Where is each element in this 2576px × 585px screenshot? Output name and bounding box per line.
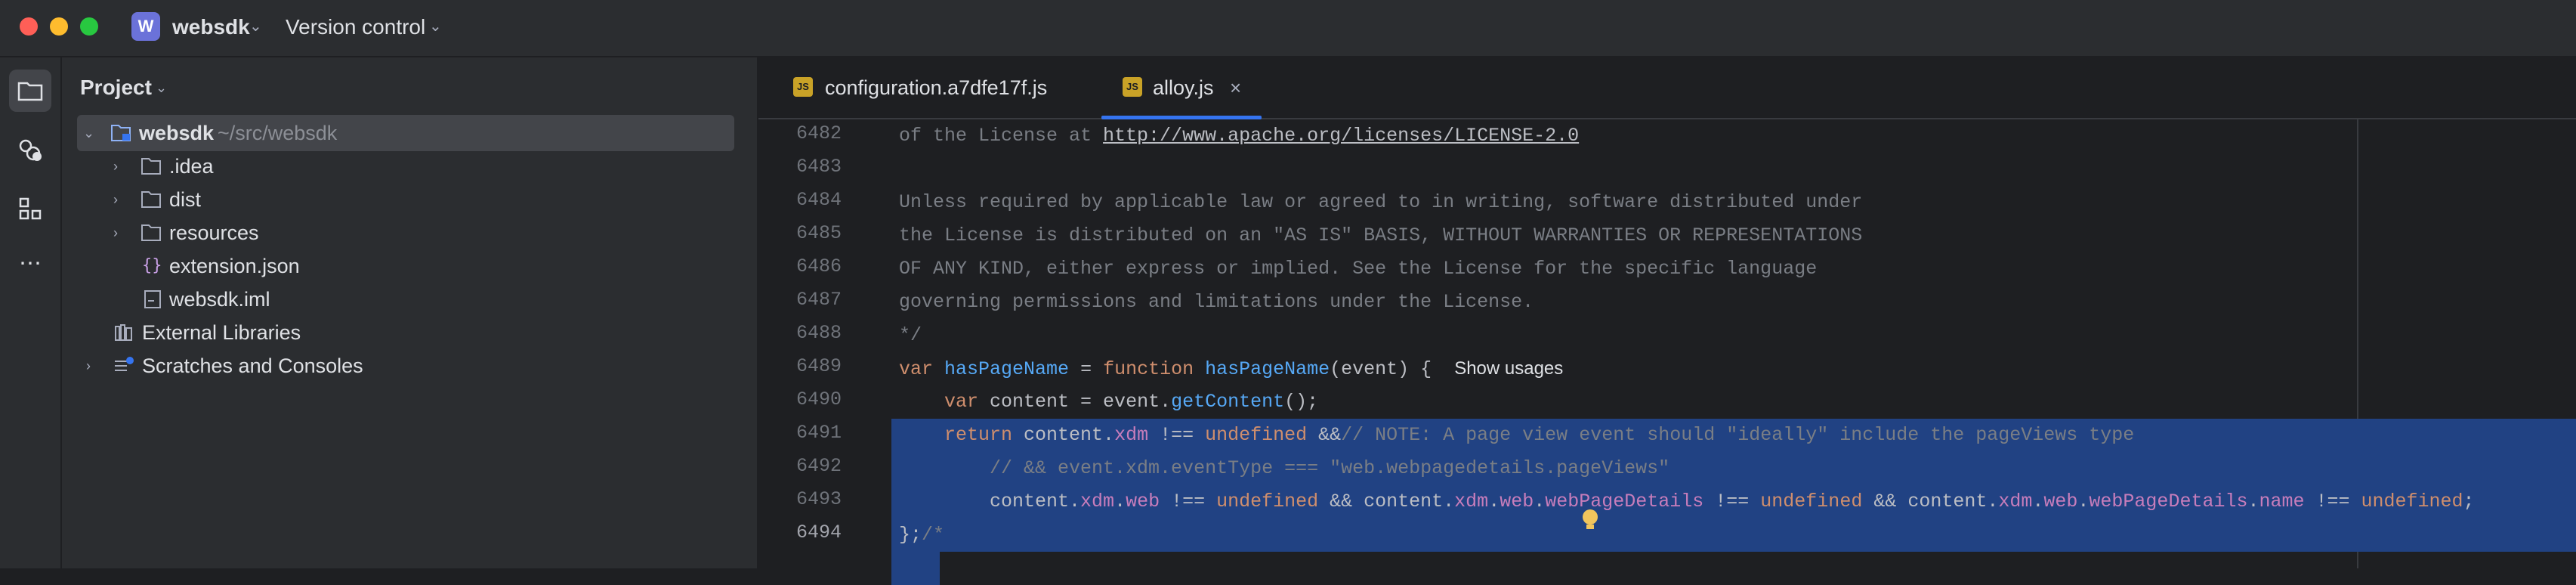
structure-icon[interactable] xyxy=(9,187,51,230)
line-number: 6488 xyxy=(795,322,842,344)
tree-item-external-libraries[interactable]: External Libraries xyxy=(80,314,802,351)
chevron-down-icon[interactable]: ⌄ xyxy=(83,115,94,151)
code-line: OF ANY KIND, either express or implied. … xyxy=(899,258,1818,280)
tree-item-label: External Libraries xyxy=(142,321,301,344)
scratches-icon xyxy=(115,357,134,371)
chevron-right-icon[interactable]: › xyxy=(113,181,118,218)
project-badge-icon[interactable]: W xyxy=(131,12,160,41)
line-number: 6492 xyxy=(795,455,842,477)
line-number: 6483 xyxy=(795,156,842,178)
maximize-window-button[interactable] xyxy=(80,17,98,36)
project-panel: Project ⌄ ⌄ websdk ~/src/websdk › .idea … xyxy=(62,57,758,568)
minimize-window-button[interactable] xyxy=(50,17,68,36)
tab-label: alloy.js xyxy=(1153,76,1214,99)
vcs-dropdown[interactable]: Version control xyxy=(286,15,425,39)
chevron-down-icon[interactable]: ⌄ xyxy=(249,17,262,36)
license-link[interactable]: http://www.apache.org/licenses/LICENSE-2… xyxy=(1103,125,1579,147)
line-number: 6490 xyxy=(795,388,842,410)
more-icon[interactable]: ⋯ xyxy=(9,242,51,284)
code-line: var hasPageName = function hasPageName(e… xyxy=(899,358,1564,380)
folder-icon xyxy=(141,224,161,241)
code-line: governing permissions and limitations un… xyxy=(899,291,1534,313)
folder-icon xyxy=(141,191,161,208)
library-icon xyxy=(115,324,132,341)
code-line: };/* xyxy=(899,524,945,546)
line-number: 6494 xyxy=(795,522,842,543)
tree-item-resources[interactable]: › resources xyxy=(80,215,802,251)
tree-item-scratches[interactable]: › Scratches and Consoles xyxy=(80,348,802,384)
chevron-right-icon[interactable]: › xyxy=(113,215,118,251)
chevron-down-icon[interactable]: ⌄ xyxy=(156,80,167,96)
json-file-icon: {} xyxy=(142,256,162,275)
chevron-right-icon[interactable]: › xyxy=(113,148,118,184)
line-number: 6491 xyxy=(795,422,842,444)
code-line: return content.xdm !== undefined &&// NO… xyxy=(944,424,2135,446)
js-file-icon: JS xyxy=(793,77,813,97)
line-number: 6482 xyxy=(795,122,842,144)
chevron-right-icon[interactable]: › xyxy=(86,348,91,384)
line-number-gutter: 6482 6483 6484 6485 6486 6487 6488 6489 … xyxy=(758,119,879,568)
editor-area: JS configuration.a7dfe17f.js JS alloy.js… xyxy=(758,57,2576,585)
plugins-icon[interactable] xyxy=(9,130,51,172)
tab-label: configuration.a7dfe17f.js xyxy=(825,76,1048,99)
module-folder-icon xyxy=(111,125,131,141)
tree-item-path: ~/src/websdk xyxy=(218,122,338,144)
chevron-down-icon[interactable]: ⌄ xyxy=(429,17,442,36)
tree-item-label: websdk xyxy=(139,122,215,144)
code-area[interactable]: of the License at http://www.apache.org/… xyxy=(891,119,2576,585)
tree-item-idea[interactable]: › .idea xyxy=(80,148,802,184)
line-number: 6486 xyxy=(795,255,842,277)
code-line: content.xdm.web !== undefined && content… xyxy=(899,491,2475,512)
title-bar: W websdk ⌄ Version control ⌄ xyxy=(0,0,2576,57)
tool-window-strip: ⋯ xyxy=(0,57,62,568)
tree-item-websdk[interactable]: ⌄ websdk ~/src/websdk xyxy=(77,115,734,151)
show-usages-hint[interactable]: Show usages xyxy=(1454,358,1563,379)
code-line: the License is distributed on an "AS IS"… xyxy=(899,224,1863,246)
folder-icon xyxy=(141,158,161,175)
code-line: var content = event.getContent(); xyxy=(944,391,1319,413)
iml-file-icon xyxy=(144,290,161,308)
lightbulb-icon[interactable] xyxy=(1580,508,1600,532)
tree-item-label: resources xyxy=(169,221,259,244)
code-line: */ xyxy=(899,324,922,346)
code-line: Unless required by applicable law or agr… xyxy=(899,191,1863,213)
close-window-button[interactable] xyxy=(20,17,38,36)
line-number: 6493 xyxy=(795,488,842,510)
js-file-icon: JS xyxy=(1123,77,1142,97)
line-number: 6487 xyxy=(795,289,842,311)
code-line: of the License at http://www.apache.org/… xyxy=(899,125,1580,147)
tree-item-label: dist xyxy=(169,188,202,211)
tree-item-extension-json[interactable]: {} extension.json xyxy=(80,248,802,284)
code-line: // && event.xdm.eventType === "web.webpa… xyxy=(899,457,1670,479)
tab-configuration-js[interactable]: JS configuration.a7dfe17f.js xyxy=(789,57,1076,118)
line-number: 6484 xyxy=(795,189,842,211)
tree-item-label: extension.json xyxy=(169,255,300,277)
line-number: 6489 xyxy=(795,355,842,377)
project-name-dropdown[interactable]: websdk xyxy=(172,15,250,39)
selection-highlight xyxy=(891,552,940,585)
line-number: 6485 xyxy=(795,222,842,244)
editor-tab-bar: JS configuration.a7dfe17f.js JS alloy.js… xyxy=(758,57,2576,119)
tree-item-websdk-iml[interactable]: websdk.iml xyxy=(80,281,802,317)
tree-item-label: websdk.iml xyxy=(169,288,270,311)
tree-item-label: Scratches and Consoles xyxy=(142,354,363,377)
tree-item-label: .idea xyxy=(169,155,214,178)
close-tab-icon[interactable]: × xyxy=(1230,57,1241,118)
tree-item-dist[interactable]: › dist xyxy=(80,181,802,218)
folder-icon[interactable] xyxy=(9,70,51,112)
tab-alloy-js[interactable]: JS alloy.js × xyxy=(1101,57,1262,119)
project-panel-title[interactable]: Project xyxy=(80,76,152,100)
